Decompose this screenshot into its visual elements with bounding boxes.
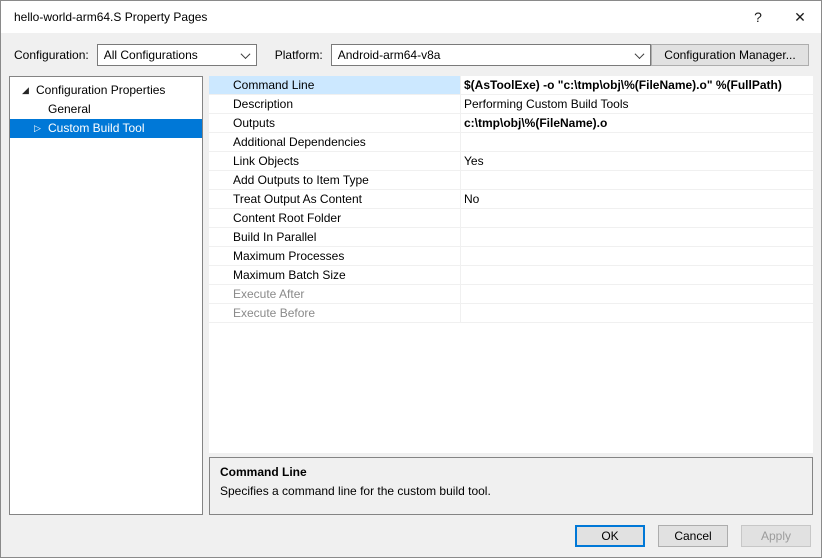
property-name[interactable]: Treat Output As Content [209,190,461,208]
property-name[interactable]: Maximum Batch Size [209,266,461,284]
property-value[interactable]: c:\tmp\obj\%(FileName).o [461,114,813,132]
property-name[interactable]: Content Root Folder [209,209,461,227]
property-value[interactable]: Yes [461,152,813,170]
property-row[interactable]: Additional Dependencies [209,133,813,152]
description-text: Specifies a command line for the custom … [220,484,802,498]
property-name[interactable]: Command Line [209,76,461,94]
property-row[interactable]: Description Performing Custom Build Tool… [209,95,813,114]
property-row[interactable]: Add Outputs to Item Type [209,171,813,190]
tree-item[interactable]: ◢ Configuration Properties [10,81,202,100]
tree-item-label: Configuration Properties [36,81,165,100]
configuration-manager-button[interactable]: Configuration Manager... [651,44,809,66]
chevron-down-icon [240,49,250,59]
property-row[interactable]: Link Objects Yes [209,152,813,171]
property-value[interactable] [461,266,813,284]
tree-item[interactable]: ▷ Custom Build Tool [10,119,202,138]
dialog-footer: OK Cancel Apply [575,525,811,547]
property-pages-dialog: hello-world-arm64.S Property Pages ? ✕ C… [0,0,822,558]
property-row[interactable]: Content Root Folder [209,209,813,228]
tree-item-label: Custom Build Tool [48,119,145,138]
cancel-button[interactable]: Cancel [658,525,728,547]
property-value[interactable] [461,209,813,227]
platform-value: Android-arm64-v8a [338,48,441,62]
platform-label: Platform: [275,48,323,62]
property-name[interactable]: Execute After [209,285,461,303]
property-value[interactable] [461,228,813,246]
property-row[interactable]: Build In Parallel [209,228,813,247]
right-column: Command Line $(AsToolExe) -o "c:\tmp\obj… [209,76,813,515]
configuration-label: Configuration: [14,48,89,62]
property-row[interactable]: Command Line $(AsToolExe) -o "c:\tmp\obj… [209,76,813,95]
close-button[interactable]: ✕ [779,1,821,33]
ok-button[interactable]: OK [575,525,645,547]
property-value[interactable]: $(AsToolExe) -o "c:\tmp\obj\%(FileName).… [461,76,813,94]
description-panel: Command Line Specifies a command line fo… [209,457,813,515]
window-title: hello-world-arm64.S Property Pages [14,10,207,24]
property-name[interactable]: Add Outputs to Item Type [209,171,461,189]
configuration-value: All Configurations [104,48,198,62]
tree-item[interactable]: General [10,100,202,119]
property-name[interactable]: Execute Before [209,304,461,322]
property-row[interactable]: Maximum Batch Size [209,266,813,285]
property-value[interactable] [461,304,813,322]
property-row[interactable]: Execute After [209,285,813,304]
platform-select[interactable]: Android-arm64-v8a [331,44,651,66]
property-value[interactable]: Performing Custom Build Tools [461,95,813,113]
configuration-tree: ◢ Configuration Properties General ▷ Cus… [9,76,203,515]
property-row[interactable]: Execute Before [209,304,813,323]
property-value[interactable] [461,133,813,151]
tree-expander-icon[interactable]: ▷ [34,119,48,138]
tree-item-label: General [48,100,91,119]
chevron-down-icon [634,49,644,59]
property-row[interactable]: Treat Output As Content No [209,190,813,209]
property-name[interactable]: Description [209,95,461,113]
property-value[interactable]: No [461,190,813,208]
property-name[interactable]: Additional Dependencies [209,133,461,151]
title-bar: hello-world-arm64.S Property Pages ? ✕ [1,1,821,33]
close-icon: ✕ [794,9,806,26]
property-name[interactable]: Link Objects [209,152,461,170]
help-icon: ? [754,9,762,25]
property-name[interactable]: Outputs [209,114,461,132]
property-value[interactable] [461,285,813,303]
configuration-select[interactable]: All Configurations [97,44,257,66]
property-row[interactable]: Outputs c:\tmp\obj\%(FileName).o [209,114,813,133]
property-grid: Command Line $(AsToolExe) -o "c:\tmp\obj… [209,76,813,453]
help-button[interactable]: ? [737,1,779,33]
apply-button[interactable]: Apply [741,525,811,547]
tree-expander-icon[interactable]: ◢ [22,81,36,100]
description-title: Command Line [220,465,802,479]
main-area: ◢ Configuration Properties General ▷ Cus… [9,76,813,515]
property-value[interactable] [461,247,813,265]
property-name[interactable]: Maximum Processes [209,247,461,265]
property-name[interactable]: Build In Parallel [209,228,461,246]
property-value[interactable] [461,171,813,189]
configuration-toolbar: Configuration: All Configurations Platfo… [14,44,809,66]
property-row[interactable]: Maximum Processes [209,247,813,266]
